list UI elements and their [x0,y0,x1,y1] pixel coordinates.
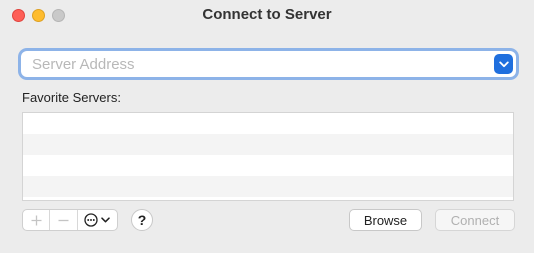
chevron-down-icon [101,217,111,223]
list-item[interactable] [23,134,513,155]
remove-favorite-button[interactable] [50,210,78,230]
recent-servers-dropdown-button[interactable] [494,54,513,74]
list-item[interactable] [23,176,513,197]
server-address-input[interactable] [21,51,491,77]
favorite-servers-list[interactable] [22,112,514,201]
ellipsis-circle-icon [84,213,99,227]
add-favorite-button[interactable] [23,210,51,230]
plus-icon [31,215,42,225]
connect-to-server-window: Connect to Server Favorite Servers: [0,0,534,253]
browse-button[interactable]: Browse [349,209,422,231]
favorite-servers-label: Favorite Servers: [22,90,121,105]
connect-button[interactable]: Connect [435,209,515,231]
minus-icon [58,219,69,221]
help-button[interactable]: ? [131,209,153,231]
more-actions-menu-button[interactable] [78,210,117,230]
list-item[interactable] [23,155,513,176]
title-bar: Connect to Server [0,0,534,32]
favorites-segmented-control [22,209,118,231]
window-title: Connect to Server [202,6,332,23]
chevron-down-icon [498,61,509,67]
list-item[interactable] [23,113,513,134]
server-address-combobox[interactable] [21,51,516,77]
